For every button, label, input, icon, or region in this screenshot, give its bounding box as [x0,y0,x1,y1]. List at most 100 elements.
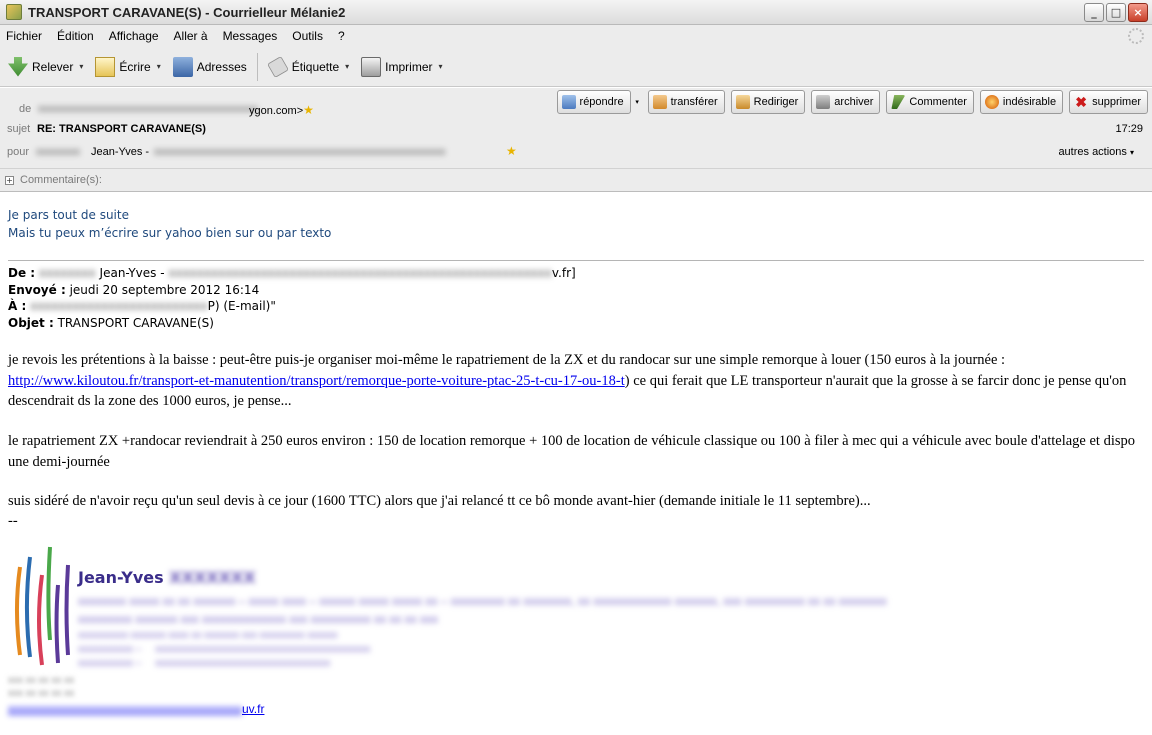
signature-first-name: Jean-Yves [78,568,164,587]
to-name[interactable]: Jean-Yves - [91,146,149,158]
header-actions: répondre ▾ transférer Rediriger archiver… [556,90,1148,114]
signature-email-tail: uv.fr [242,702,265,716]
fwd-subject-value: TRANSPORT CARAVANE(S) [57,315,214,330]
fwd-from-redacted: xxxxxxxx [38,266,96,280]
print-dropdown-icon[interactable]: ▾ [439,62,443,71]
tag-button[interactable]: Étiquette ▾ [264,52,353,82]
signature-line-1: xxxxxxxx xxxxx xx xx xxxxxxx – xxxxx xxx… [78,594,887,608]
fwd-sent-label: Envoyé : [8,282,66,297]
reply-button[interactable]: répondre [556,90,631,114]
print-button[interactable]: Imprimer ▾ [357,52,446,82]
download-arrow-icon [8,56,28,77]
address-book-button[interactable]: Adresses [169,52,251,82]
from-address[interactable]: ygon.com>★ [249,103,314,117]
fwd-from-tail: v.fr] [551,266,576,280]
delete-button[interactable]: ✖ supprimer [1069,90,1148,114]
ministry-logo [15,546,70,666]
redirect-label: Rediriger [753,96,799,108]
window-controls: _ □ × [1084,3,1148,22]
menu-bar: Fichier Édition Affichage Aller à Messag… [0,25,1152,47]
paragraph-1: je revois les prétentions à la baisse : … [8,350,1146,412]
maximize-button[interactable]: □ [1106,3,1126,22]
star-icon[interactable]: ★ [303,103,314,117]
menu-outils[interactable]: Outils [292,29,323,43]
signature-email-link[interactable]: xxxxxxxxxxxxxxxxxxxxxxxxxxxxxxxxxxxxxxxu… [8,702,264,716]
tag-icon [266,55,289,78]
fwd-to-row: À : xxxxxxxxxxxxxxxxxxxxxxxxxP) (E-mail)… [8,298,576,315]
forwarded-header: De : xxxxxxxx Jean-Yves - xxxxxxxxxxxxxx… [8,265,576,331]
minimize-button[interactable]: _ [1084,3,1104,22]
comment-label: Commenter [909,96,967,108]
close-button[interactable]: × [1128,3,1148,22]
get-mail-label: Relever [32,59,74,74]
get-mail-dropdown-icon[interactable]: ▾ [79,62,83,71]
menu-affichage[interactable]: Affichage [109,29,159,43]
fwd-subject-label: Objet : [8,315,54,330]
menu-edition[interactable]: Édition [57,29,94,43]
pencil-note-icon [95,56,116,77]
expand-plus-icon[interactable]: + [5,175,14,185]
message-header: de xxxxxxxxxxxxxxxxxxxxxxxxxxxxxxxxxxxxx… [0,88,1152,168]
fwd-sent-row: Envoyé : jeudi 20 septembre 2012 16:14 [8,282,576,299]
fwd-from-name: Jean-Yves - [99,266,165,280]
subject-label: sujet [7,123,31,135]
activity-throbber-icon [1128,28,1144,44]
redirect-envelope-icon [735,95,750,109]
signature-separator: -- [8,513,18,529]
from-domain: ygon.com> [249,105,304,117]
forward-button[interactable]: transférer [647,90,725,114]
menu-help[interactable]: ? [338,29,345,43]
archive-button[interactable]: archiver [811,90,881,114]
signature-line-2: xxxxxxxxx xxxxxxx xxx xxxxxxxxxxxxxx xxx… [78,612,439,626]
menu-messages[interactable]: Messages [223,29,278,43]
fwd-to-label: À : [8,299,27,313]
toolbar-separator [256,52,258,81]
to-redacted-prefix: xxxxxxxx [36,146,80,158]
menu-aller[interactable]: Aller à [174,29,208,43]
to-label: pour [7,146,30,158]
reply-line-2: Mais tu peux m’écrire sur yahoo bien sur… [8,226,332,240]
main-toolbar: Relever ▾ Écrire ▾ Adresses Étiquette ▾ … [0,47,1152,87]
paragraph-1-start: je revois les prétentions à la baisse : … [8,352,1006,368]
tag-label: Étiquette [291,59,340,74]
signature-surname-redacted: XXXXXXX [169,568,256,587]
fwd-sent-value: jeudi 20 septembre 2012 16:14 [69,282,260,297]
redirect-button[interactable]: Rediriger [730,90,806,114]
get-mail-button[interactable]: Relever ▾ [4,52,87,82]
from-label: de [19,103,32,115]
reply-line-1: Je pars tout de suite [8,208,129,222]
title-bar: TRANSPORT CARAVANE(S) - Courrielleur Mél… [0,0,1152,25]
signature-name: Jean-Yves XXXXXXX [78,568,256,587]
chevron-down-icon: ▾ [1129,148,1134,157]
tag-dropdown-icon[interactable]: ▾ [345,62,349,71]
comments-bar[interactable]: + Commentaire(s): [0,168,1152,192]
printer-icon [361,56,382,77]
fwd-from-redacted-address: xxxxxxxxxxxxxxxxxxxxxxxxxxxxxxxxxxxxxxxx… [168,266,552,280]
signature-phone-1: xxx xx xx xx xx [8,675,75,686]
to-star-icon[interactable]: ★ [506,144,517,158]
fwd-to-tail: P) (E-mail)" [207,299,276,313]
menu-fichier[interactable]: Fichier [6,29,42,43]
from-redacted: xxxxxxxxxxxxxxxxxxxxxxxxxxxxxxxxxxxxxxxx [38,103,258,115]
address-book-icon [172,56,193,77]
print-label: Imprimer [385,59,433,74]
message-time: 17:29 [1115,123,1143,135]
signature-email-redacted: xxxxxxxxxxxxxxxxxxxxxxxxxxxxxxxxxxxxxxx [8,702,242,716]
write-dropdown-icon[interactable]: ▾ [157,62,161,71]
fwd-from-label: De : [8,266,36,280]
reply-label: répondre [579,96,624,108]
junk-button[interactable]: indésirable [979,90,1064,114]
other-actions-button[interactable]: autres actions ▾ [1058,146,1134,158]
paragraph-2: le rapatriement ZX +randocar reviendrait… [8,433,1135,470]
forward-label: transférer [670,96,718,108]
write-label: Écrire [119,59,151,74]
write-button[interactable]: Écrire ▾ [91,52,164,82]
delete-label: supprimer [1092,96,1141,108]
app-icon [6,4,22,20]
fwd-to-redacted: xxxxxxxxxxxxxxxxxxxxxxxxx [30,299,208,313]
comment-button[interactable]: Commenter [886,90,974,114]
kiloutou-link[interactable]: http://www.kiloutou.fr/transport-et-manu… [8,373,625,389]
comments-label: Commentaire(s): [20,174,102,186]
signature-phone-2: xxx xx xx xx xx [8,688,75,699]
reply-dropdown-icon[interactable]: ▾ [633,90,642,114]
